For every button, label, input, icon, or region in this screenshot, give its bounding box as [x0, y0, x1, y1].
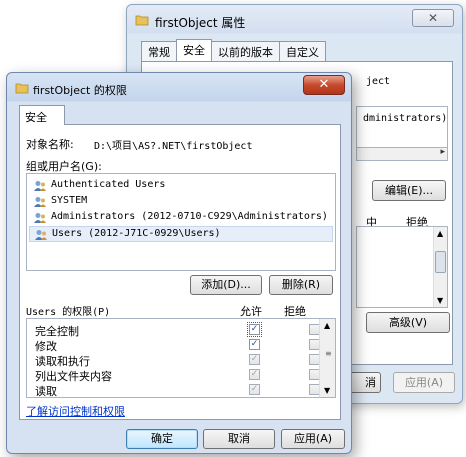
folder-icon	[135, 15, 149, 26]
dialog-close-button[interactable]: ✕	[303, 75, 345, 95]
user-group-icon	[34, 213, 46, 223]
user-row-selected[interactable]: Users (2012-J71C-0929\Users)	[29, 226, 333, 242]
bg-apply-button[interactable]: 应用(A)	[393, 372, 455, 393]
allow-header: 允许	[240, 305, 262, 318]
user-row[interactable]: SYSTEM	[29, 194, 333, 210]
allow-checkbox[interactable]: ✓	[249, 384, 260, 395]
bg-horizontal-scrollbar[interactable]: ▸	[356, 147, 448, 161]
allow-checkbox[interactable]: ✓	[249, 369, 260, 380]
properties-close-button[interactable]: ✕	[412, 9, 454, 27]
scroll-up-icon[interactable]: ▲	[437, 229, 443, 238]
object-name-label: 对象名称:	[26, 138, 74, 151]
user-listbox[interactable]: Authenticated Users SYSTEM Administrator…	[26, 173, 336, 271]
properties-tabs: 常规 安全 以前的版本 自定义	[141, 39, 326, 61]
apply-button[interactable]: 应用(A)	[281, 429, 345, 449]
user-group-icon	[34, 181, 46, 191]
user-row[interactable]: Authenticated Users	[29, 178, 333, 194]
permissions-for-label: Users 的权限(P)	[26, 307, 111, 318]
allow-checkbox[interactable]: ✓	[249, 354, 260, 365]
permission-name: 读取	[35, 385, 57, 398]
permission-name: 读取和执行	[35, 355, 90, 368]
tab-general[interactable]: 常规	[141, 41, 177, 61]
advanced-button[interactable]: 高级(V)	[366, 312, 450, 333]
add-button[interactable]: 添加(D)...	[190, 275, 262, 295]
scroll-grip-icon[interactable]: ≡	[325, 349, 332, 358]
properties-title: firstObject 属性	[155, 16, 246, 30]
allow-checkbox[interactable]: ✓	[247, 322, 262, 337]
deny-header: 拒绝	[284, 305, 306, 318]
scroll-up-icon[interactable]: ▲	[324, 321, 330, 330]
group-or-user-label: 组或用户名(G):	[26, 160, 102, 173]
user-group-icon	[35, 230, 47, 240]
permission-name: 修改	[35, 340, 57, 353]
ok-button[interactable]: 确定	[126, 429, 198, 449]
tab-security[interactable]: 安全	[176, 39, 212, 61]
cancel-button[interactable]: 取消	[203, 429, 275, 449]
remove-button[interactable]: 删除(R)	[269, 275, 333, 295]
bg-object-name-fragment: ject	[366, 76, 391, 87]
permission-name: 列出文件夹内容	[35, 370, 112, 383]
allow-checkbox[interactable]: ✓	[249, 339, 260, 350]
security-panel: 对象名称: D:\项目\AS?.NET\firstObject 组或用户名(G)…	[19, 124, 341, 420]
folder-icon	[15, 83, 29, 94]
bg-user-entry: dministrators)	[363, 113, 448, 124]
permissions-list[interactable]: 完全控制 ✓ 修改 ✓ 读取和执行 ✓ 列出文件夹内容 ✓ 读取 ✓ ▲ ≡ ▼	[26, 318, 336, 398]
bg-vertical-scrollbar[interactable]: ▲ ▼	[433, 227, 447, 307]
bg-permissions-list[interactable]: ▲ ▼	[356, 226, 448, 308]
user-row[interactable]: Administrators (2012-0710-C929\Administr…	[29, 210, 333, 226]
permission-name: 完全控制	[35, 325, 79, 338]
scroll-down-icon[interactable]: ▼	[437, 296, 443, 305]
permissions-scrollbar[interactable]: ▲ ≡ ▼	[319, 319, 335, 397]
tab-security[interactable]: 安全	[19, 105, 65, 125]
object-name-value: D:\项目\AS?.NET\firstObject	[94, 141, 253, 152]
scroll-right-icon[interactable]: ▸	[440, 147, 445, 157]
permission-row: 读取和执行 ✓	[35, 353, 325, 368]
learn-access-control-link[interactable]: 了解访问控制和权限	[26, 403, 125, 419]
scroll-thumb[interactable]	[435, 251, 446, 273]
properties-titlebar[interactable]: firstObject 属性 ✕	[127, 5, 462, 35]
bg-user-listbox[interactable]: dministrators)	[356, 106, 448, 148]
scroll-down-icon[interactable]: ▼	[324, 386, 330, 395]
permission-row: 修改 ✓	[35, 338, 325, 353]
user-name: Users (2012-J71C-0929\Users)	[52, 228, 221, 239]
permission-row: 读取 ✓	[35, 383, 325, 398]
dialog-title: firstObject 的权限	[33, 84, 127, 97]
tab-custom[interactable]: 自定义	[279, 41, 326, 61]
edit-button[interactable]: 编辑(E)...	[372, 180, 446, 201]
tab-previous-versions[interactable]: 以前的版本	[211, 41, 280, 61]
user-name: Administrators (2012-0710-C929\Administr…	[51, 211, 328, 222]
permission-row: 完全控制 ✓	[35, 322, 325, 338]
permissions-dialog: firstObject 的权限 ✕ 安全 对象名称: D:\项目\AS?.NET…	[6, 72, 352, 454]
permission-row: 列出文件夹内容 ✓	[35, 368, 325, 383]
user-group-icon	[34, 197, 46, 207]
user-name: SYSTEM	[51, 195, 88, 206]
user-name: Authenticated Users	[51, 179, 166, 190]
